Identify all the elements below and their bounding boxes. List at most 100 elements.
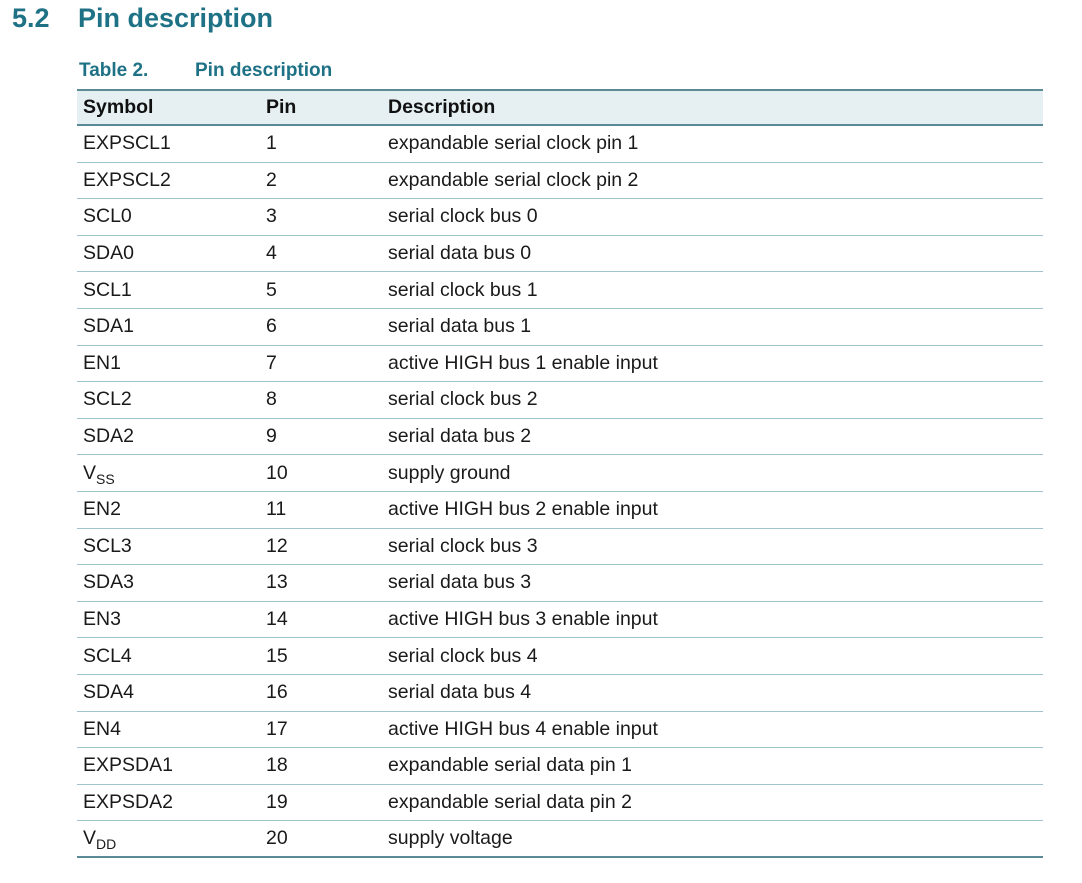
cell-symbol: EN1 [77, 352, 260, 375]
cell-symbol: SCL4 [77, 645, 260, 668]
cell-pin: 17 [266, 717, 288, 740]
cell-pin: 6 [266, 315, 277, 338]
section-number: 5.2 [12, 3, 50, 33]
symbol-text: SDA4 [83, 681, 134, 704]
cell-symbol: SCL1 [77, 279, 260, 302]
symbol-text: EXPSCL2 [83, 168, 171, 191]
cell-pin: 16 [266, 681, 288, 704]
section-title: Pin description [78, 3, 274, 33]
cell-pin: 13 [266, 571, 288, 594]
table-row: SCL0 3 serial clock bus 0 [77, 199, 1043, 236]
table-row: EN2 11 active HIGH bus 2 enable input [77, 492, 1043, 529]
cell-description: active HIGH bus 3 enable input [388, 608, 658, 631]
cell-description: expandable serial clock pin 2 [388, 168, 639, 191]
symbol-text: SCL0 [83, 205, 132, 228]
cell-symbol: SCL2 [77, 388, 260, 411]
cell-description: active HIGH bus 2 enable input [388, 498, 658, 521]
cell-pin: 7 [266, 351, 277, 374]
cell-symbol: VDD [77, 827, 260, 853]
cell-description: serial data bus 4 [388, 681, 532, 704]
table-row: VSS 10 supply ground [77, 455, 1043, 492]
table-row: SCL3 12 serial clock bus 3 [77, 529, 1043, 566]
cell-description: expandable serial clock pin 1 [388, 132, 639, 155]
cell-pin: 8 [266, 388, 277, 411]
section-heading: 5.2 Pin description [12, 0, 273, 36]
cell-description: serial clock bus 1 [388, 278, 538, 301]
cell-description: serial clock bus 3 [388, 534, 538, 557]
symbol-text: EN1 [83, 351, 121, 374]
symbol-text: SCL4 [83, 644, 132, 667]
cell-symbol: EN4 [77, 718, 260, 741]
table-row: VDD 20 supply voltage [77, 821, 1043, 858]
symbol-subscript: SS [96, 470, 115, 487]
table-row: SDA4 16 serial data bus 4 [77, 675, 1043, 712]
cell-pin: 11 [266, 498, 287, 521]
symbol-text: SDA0 [83, 242, 134, 265]
cell-symbol: SCL0 [77, 205, 260, 228]
table-row: EXPSDA2 19 expandable serial data pin 2 [77, 785, 1043, 822]
cell-description: serial clock bus 4 [388, 644, 538, 667]
pin-table: Symbol Pin Description EXPSCL1 1 expandabl… [77, 89, 1043, 858]
cell-description: active HIGH bus 1 enable input [388, 351, 658, 374]
cell-pin: 3 [266, 205, 277, 228]
cell-symbol: SDA0 [77, 242, 260, 265]
cell-pin: 2 [266, 168, 277, 191]
cell-description: supply ground [388, 461, 511, 484]
cell-pin: 15 [266, 644, 288, 667]
table-row: EXPSDA1 18 expandable serial data pin 1 [77, 748, 1043, 785]
column-header-pin: Pin [266, 96, 297, 118]
cell-pin: 14 [266, 608, 288, 631]
cell-description: serial clock bus 2 [388, 388, 538, 411]
table-caption: Table 2. Pin description [79, 58, 332, 84]
table-row: EN1 7 active HIGH bus 1 enable input [77, 346, 1043, 383]
cell-description: serial data bus 0 [388, 242, 532, 265]
symbol-text: SDA2 [83, 425, 134, 448]
symbol-text: SCL3 [83, 534, 132, 557]
table-row: SCL4 15 serial clock bus 4 [77, 638, 1043, 675]
table-row: SCL2 8 serial clock bus 2 [77, 382, 1043, 419]
cell-pin: 10 [266, 461, 288, 484]
table-caption-number: Table 2. [79, 60, 149, 81]
cell-pin: 5 [266, 278, 277, 301]
cell-description: supply voltage [388, 827, 513, 850]
column-header-symbol: Symbol [83, 96, 154, 118]
table-row: EN4 17 active HIGH bus 4 enable input [77, 712, 1043, 749]
cell-pin: 19 [266, 790, 288, 813]
cell-pin: 20 [266, 827, 288, 850]
cell-symbol: SDA3 [77, 571, 260, 594]
cell-description: active HIGH bus 4 enable input [388, 717, 658, 740]
symbol-text: EN3 [83, 608, 121, 631]
cell-pin: 18 [266, 754, 288, 777]
table-row: SDA1 6 serial data bus 1 [77, 309, 1043, 346]
symbol-text: V [83, 827, 97, 850]
cell-symbol: EXPSDA1 [77, 754, 260, 777]
table-caption-title: Pin description [195, 60, 333, 81]
cell-pin: 4 [266, 242, 277, 265]
cell-description: expandable serial data pin 2 [388, 790, 632, 813]
cell-symbol: EXPSDA2 [77, 791, 260, 814]
cell-symbol: VSS [77, 461, 260, 487]
table-row: SCL1 5 serial clock bus 1 [77, 272, 1043, 309]
cell-symbol: EN2 [77, 498, 260, 521]
cell-description: serial data bus 2 [388, 425, 532, 448]
symbol-text: SCL1 [83, 278, 132, 301]
symbol-text: V [83, 461, 97, 484]
cell-symbol: EXPSCL1 [77, 132, 260, 155]
table-header-row: Symbol Pin Description [77, 89, 1043, 126]
cell-symbol: SDA4 [77, 681, 260, 704]
cell-description: serial data bus 3 [388, 571, 532, 594]
cell-symbol: EXPSCL2 [77, 169, 260, 192]
symbol-subscript: DD [96, 836, 117, 853]
cell-symbol: SDA1 [77, 315, 260, 338]
symbol-text: SCL2 [83, 388, 132, 411]
cell-description: serial data bus 1 [388, 315, 532, 338]
symbol-text: EXPSCL1 [83, 132, 171, 155]
cell-pin: 9 [266, 425, 277, 448]
table-row: EXPSCL1 1 expandable serial clock pin 1 [77, 126, 1043, 163]
symbol-text: SDA1 [83, 315, 134, 338]
table-body: EXPSCL1 1 expandable serial clock pin 1 EXP… [77, 126, 1043, 858]
table-row: SDA3 13 serial data bus 3 [77, 565, 1043, 602]
table-row: SDA0 4 serial data bus 0 [77, 236, 1043, 273]
symbol-text: EXPSDA2 [83, 790, 173, 813]
symbol-text: EN4 [83, 717, 121, 740]
